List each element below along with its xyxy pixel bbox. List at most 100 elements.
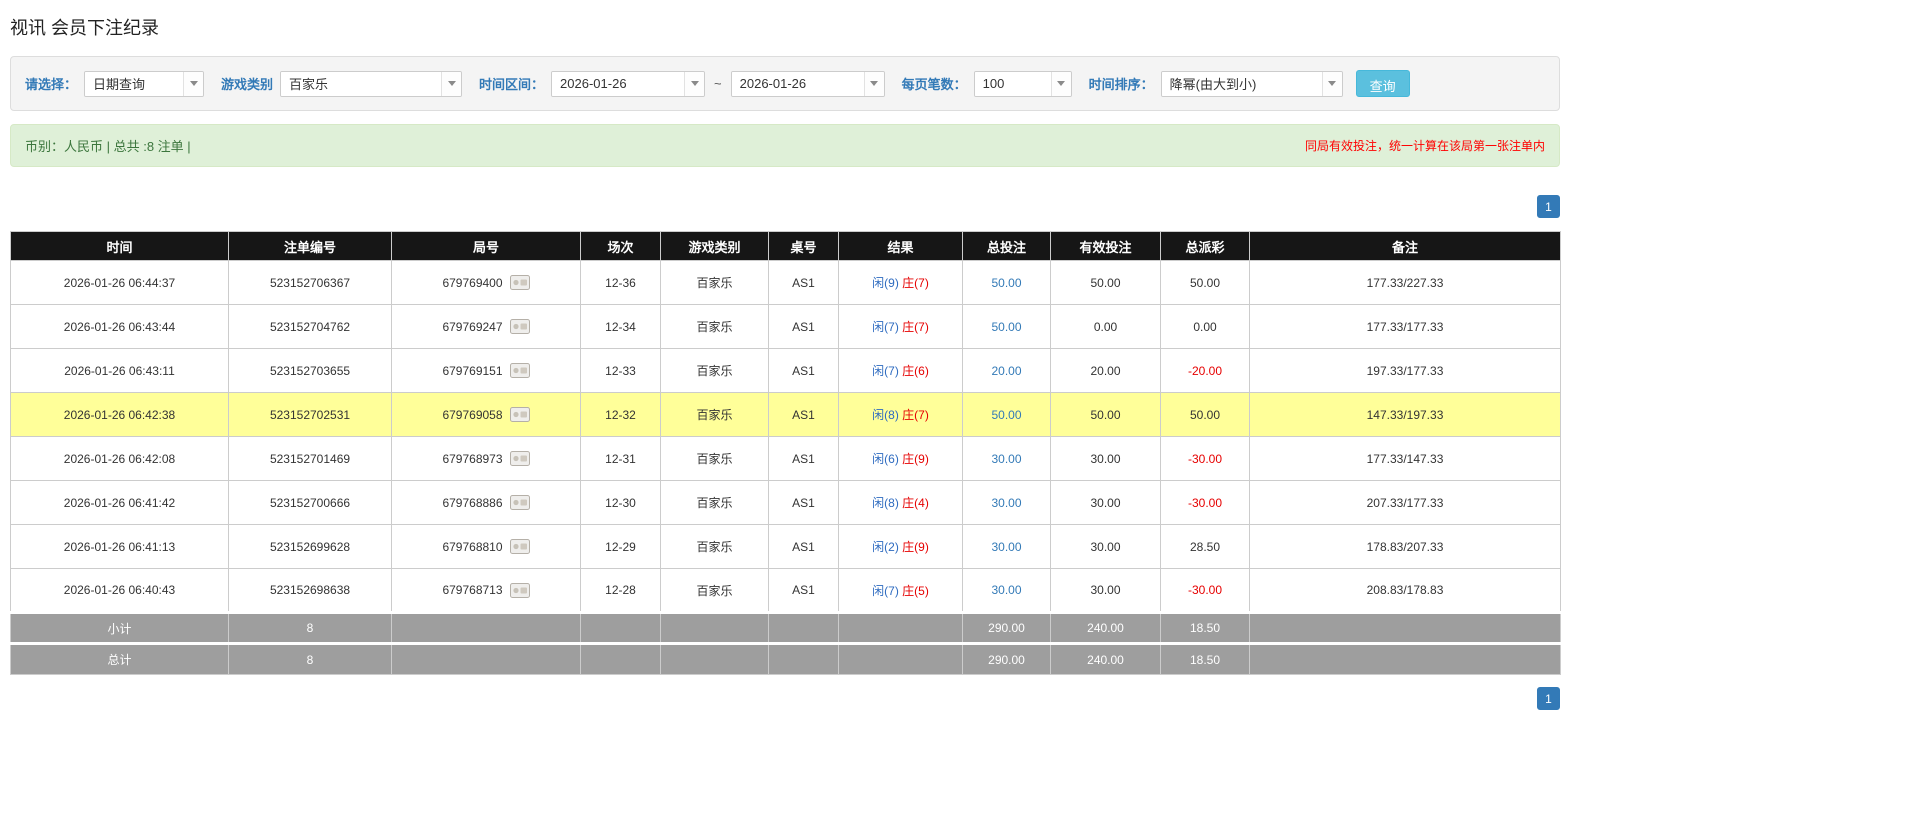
cell-note: 177.33/227.33 [1249, 260, 1561, 305]
round-video-icon[interactable] [509, 363, 530, 379]
footer-empty-cell [580, 642, 661, 675]
page: 视讯 会员下注纪录 请选择： 游戏类别 时间区间： ~ 每页笔数： 时间排序： [0, 0, 1561, 750]
game-type-input[interactable] [281, 71, 442, 96]
column-header: 局号 [391, 231, 581, 261]
total-bet-link[interactable]: 50.00 [991, 276, 1021, 290]
total-bet-link[interactable]: 30.00 [991, 452, 1021, 466]
query-type-label: 请选择： [25, 77, 78, 92]
cell-total-bet: 50.00 [962, 304, 1051, 349]
chevron-down-icon[interactable] [183, 71, 204, 96]
date-from-input[interactable] [552, 71, 685, 96]
round-id-text: 679768713 [442, 583, 503, 598]
search-button[interactable]: 查询 [1355, 70, 1410, 97]
table-row: 2026-01-26 06:43:11 523152703655 679769151… [10, 348, 1561, 393]
query-type-combobox[interactable] [84, 70, 205, 97]
total-bet-link[interactable]: 30.00 [991, 496, 1021, 510]
round-video-icon[interactable] [509, 319, 530, 335]
table-row: 2026-01-26 06:44:37 523152706367 679769400… [10, 260, 1561, 305]
footer-empty-cell [768, 642, 839, 675]
footer-total-bet: 290.00 [962, 611, 1051, 644]
chevron-down-icon[interactable] [684, 71, 705, 96]
per-page-combobox[interactable] [973, 70, 1072, 97]
total-bet-link[interactable]: 50.00 [991, 408, 1021, 422]
cell-game-type: 百家乐 [660, 524, 769, 569]
cell-payout: 0.00 [1160, 304, 1250, 349]
cell-total-bet: 30.00 [962, 524, 1051, 569]
cell-table-no: AS1 [768, 436, 839, 481]
column-header: 备注 [1249, 231, 1561, 261]
page-button-1[interactable]: 1 [1537, 195, 1560, 218]
cell-total-bet: 30.00 [962, 436, 1051, 481]
cell-result: 闲(7) 庄(7) [838, 304, 963, 349]
round-video-icon[interactable] [509, 451, 530, 467]
cell-valid-bet: 30.00 [1050, 480, 1161, 525]
round-video-icon[interactable] [509, 539, 530, 555]
cell-round-id: 679768810 [391, 524, 581, 569]
result-player: 闲(2) [872, 540, 899, 554]
footer-empty-cell [391, 611, 581, 644]
cell-game-type: 百家乐 [660, 348, 769, 393]
footer-valid-bet: 240.00 [1050, 642, 1161, 675]
game-type-combobox[interactable] [280, 70, 463, 97]
game-type-label: 游戏类别 [221, 77, 274, 92]
total-bet-link[interactable]: 30.00 [991, 540, 1021, 554]
round-id-text: 679769247 [442, 319, 503, 334]
filter-bar: 请选择： 游戏类别 时间区间： ~ 每页笔数： 时间排序： [10, 56, 1560, 111]
cell-game-type: 百家乐 [660, 480, 769, 525]
column-header: 场次 [580, 231, 661, 261]
cell-valid-bet: 0.00 [1050, 304, 1161, 349]
result-banker: 庄(4) [902, 496, 929, 510]
footer-empty-cell [838, 611, 963, 644]
result-player: 闲(6) [872, 452, 899, 466]
total-bet-link[interactable]: 50.00 [991, 320, 1021, 334]
date-to-combobox[interactable] [730, 70, 885, 97]
bet-records-table: 时间 注单编号 局号 场次 游戏类别 桌号 结果 总投注 有效投注 总派彩 备注 2026-01-2… [10, 231, 1561, 675]
sort-input[interactable] [1161, 71, 1322, 96]
cell-bet-id: 523152704762 [228, 304, 392, 349]
cell-total-bet: 30.00 [962, 568, 1051, 613]
date-to-input[interactable] [731, 71, 864, 96]
cell-result: 闲(6) 庄(9) [838, 436, 963, 481]
page-button-1[interactable]: 1 [1537, 687, 1560, 710]
chevron-down-icon[interactable] [1321, 71, 1342, 96]
cell-result: 闲(9) 庄(7) [838, 260, 963, 305]
cell-game-type: 百家乐 [660, 260, 769, 305]
sort-combobox[interactable] [1160, 70, 1343, 97]
footer-valid-bet: 240.00 [1050, 611, 1161, 644]
round-video-icon[interactable] [509, 582, 530, 598]
result-banker: 庄(7) [902, 276, 929, 290]
total-bet-link[interactable]: 20.00 [991, 364, 1021, 378]
pagination-top: 1 [10, 195, 1560, 218]
cell-time: 2026-01-26 06:40:43 [10, 568, 229, 613]
pagination-bottom: 1 [10, 687, 1560, 710]
table-row: 2026-01-26 06:40:43 523152698638 679768713… [10, 568, 1561, 613]
cell-note: 178.83/207.33 [1249, 524, 1561, 569]
cell-table-no: AS1 [768, 392, 839, 437]
chevron-down-icon[interactable] [863, 71, 884, 96]
query-type-input[interactable] [85, 71, 184, 96]
round-video-icon[interactable] [509, 407, 530, 423]
chevron-down-icon[interactable] [1050, 71, 1071, 96]
round-id-text: 679768886 [442, 495, 503, 510]
footer-count: 8 [228, 611, 392, 644]
chevron-down-icon[interactable] [441, 71, 462, 96]
cell-payout: -30.00 [1160, 436, 1250, 481]
footer-empty-cell [1249, 611, 1561, 644]
result-player: 闲(7) [872, 320, 899, 334]
footer-empty-cell [391, 642, 581, 675]
cell-table-no: AS1 [768, 348, 839, 393]
round-id-text: 679769151 [442, 363, 503, 378]
round-video-icon[interactable] [509, 275, 530, 291]
round-video-icon[interactable] [509, 495, 530, 511]
cell-bet-id: 523152698638 [228, 568, 392, 613]
result-banker: 庄(6) [902, 364, 929, 378]
per-page-input[interactable] [974, 71, 1051, 96]
footer-payout: 18.50 [1160, 642, 1250, 675]
date-from-combobox[interactable] [551, 70, 706, 97]
per-page-label: 每页笔数： [901, 77, 967, 92]
cell-valid-bet: 30.00 [1050, 568, 1161, 613]
total-bet-link[interactable]: 30.00 [991, 583, 1021, 597]
cell-game-type: 百家乐 [660, 392, 769, 437]
footer-empty-cell [768, 611, 839, 644]
cell-round-id: 679769058 [391, 392, 581, 437]
